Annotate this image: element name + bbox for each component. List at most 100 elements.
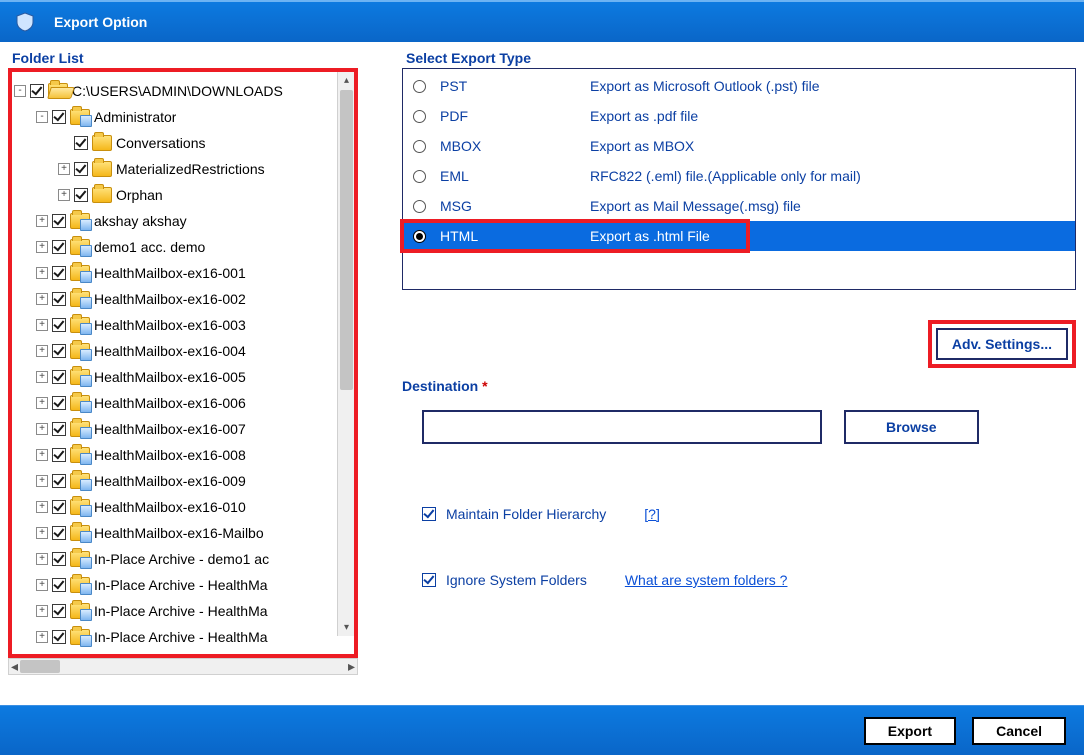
expand-icon[interactable]: + [36, 449, 48, 461]
export-format-row[interactable]: PDFExport as .pdf file [403, 101, 1075, 131]
export-format-radio[interactable] [413, 200, 426, 213]
export-format-row[interactable]: HTMLExport as .html File [403, 221, 1075, 251]
tree-node[interactable]: +HealthMailbox-ex16-006 [14, 390, 352, 416]
tree-node[interactable]: +MaterializedRestrictions [14, 156, 352, 182]
export-format-row[interactable]: MBOXExport as MBOX [403, 131, 1075, 161]
tree-node[interactable]: -C:\USERS\ADMIN\DOWNLOADS [14, 78, 352, 104]
export-button[interactable]: Export [864, 717, 956, 745]
tree-node[interactable]: +In-Place Archive - HealthMa [14, 598, 352, 624]
folder-checkbox[interactable] [52, 604, 66, 618]
tree-node[interactable]: +HealthMailbox-ex16-005 [14, 364, 352, 390]
export-format-row[interactable]: EMLRFC822 (.eml) file.(Applicable only f… [403, 161, 1075, 191]
expand-icon[interactable]: + [36, 267, 48, 279]
tree-node[interactable]: Conversations [14, 130, 352, 156]
folder-checkbox[interactable] [74, 136, 88, 150]
expand-icon[interactable]: + [36, 631, 48, 643]
folder-checkbox[interactable] [52, 422, 66, 436]
folder-label: demo1 acc. demo [94, 239, 205, 255]
export-format-radio[interactable] [413, 80, 426, 93]
tree-node[interactable]: +HealthMailbox-ex16-002 [14, 286, 352, 312]
expand-icon[interactable]: + [36, 605, 48, 617]
tree-node[interactable]: +HealthMailbox-ex16-008 [14, 442, 352, 468]
maintain-hierarchy-help-link[interactable]: [?] [644, 506, 660, 522]
scroll-thumb[interactable] [340, 90, 353, 390]
export-format-radio[interactable] [413, 140, 426, 153]
folder-checkbox[interactable] [52, 370, 66, 384]
window-title: Export Option [54, 14, 147, 30]
folder-checkbox[interactable] [52, 214, 66, 228]
advanced-settings-button[interactable]: Adv. Settings... [936, 328, 1068, 360]
collapse-icon[interactable]: - [36, 111, 48, 123]
system-folders-help-link[interactable]: What are system folders ? [625, 572, 788, 588]
tree-node[interactable]: +HealthMailbox-ex16-Mailbo [14, 520, 352, 546]
expand-icon[interactable]: + [36, 553, 48, 565]
scroll-left-icon[interactable]: ◂ [11, 658, 18, 675]
scroll-right-icon[interactable]: ▸ [348, 658, 355, 675]
expand-icon[interactable]: + [36, 215, 48, 227]
folder-checkbox[interactable] [52, 474, 66, 488]
expand-icon[interactable]: + [36, 579, 48, 591]
folder-checkbox[interactable] [52, 292, 66, 306]
tree-node[interactable]: +In-Place Archive - HealthMa [14, 624, 352, 650]
folder-checkbox[interactable] [52, 630, 66, 644]
tree-node[interactable]: +HealthMailbox-ex16-001 [14, 260, 352, 286]
tree-node[interactable]: +akshay akshay [14, 208, 352, 234]
folder-tree[interactable]: -C:\USERS\ADMIN\DOWNLOADS-AdministratorC… [8, 68, 358, 658]
tree-node[interactable]: +In-Place Archive - demo1 ac [14, 546, 352, 572]
export-format-radio[interactable] [413, 230, 426, 243]
expand-icon[interactable]: + [36, 241, 48, 253]
tree-node[interactable]: +Orphan [14, 182, 352, 208]
destination-input[interactable] [422, 410, 822, 444]
expand-icon[interactable]: + [58, 163, 70, 175]
maintain-hierarchy-checkbox[interactable] [422, 507, 436, 521]
tree-node[interactable]: +HealthMailbox-ex16-010 [14, 494, 352, 520]
folder-checkbox[interactable] [52, 396, 66, 410]
expand-icon[interactable]: + [36, 527, 48, 539]
browse-button[interactable]: Browse [844, 410, 979, 444]
folder-checkbox[interactable] [74, 162, 88, 176]
folder-icon [70, 291, 90, 307]
scroll-down-icon[interactable]: ▾ [338, 619, 355, 636]
cancel-button[interactable]: Cancel [972, 717, 1066, 745]
folder-checkbox[interactable] [52, 240, 66, 254]
expand-icon[interactable]: + [36, 345, 48, 357]
folder-checkbox[interactable] [52, 552, 66, 566]
tree-node[interactable]: -Administrator [14, 104, 352, 130]
tree-node[interactable]: +HealthMailbox-ex16-009 [14, 468, 352, 494]
folder-checkbox[interactable] [52, 578, 66, 592]
tree-node[interactable]: +In-Place Archive - HealthMa [14, 572, 352, 598]
folder-checkbox[interactable] [52, 526, 66, 540]
expand-icon[interactable]: + [36, 397, 48, 409]
folder-checkbox[interactable] [52, 448, 66, 462]
expand-icon[interactable]: + [36, 423, 48, 435]
folder-checkbox[interactable] [52, 500, 66, 514]
tree-node[interactable]: +HealthMailbox-ex16-004 [14, 338, 352, 364]
expand-icon[interactable]: + [58, 189, 70, 201]
export-format-row[interactable]: PSTExport as Microsoft Outlook (.pst) fi… [403, 71, 1075, 101]
export-format-radio[interactable] [413, 170, 426, 183]
folder-icon [70, 369, 90, 385]
folder-checkbox[interactable] [52, 318, 66, 332]
folder-checkbox[interactable] [52, 344, 66, 358]
folder-checkbox[interactable] [74, 188, 88, 202]
tree-node[interactable]: +HealthMailbox-ex16-003 [14, 312, 352, 338]
expand-icon[interactable]: + [36, 475, 48, 487]
tree-node[interactable]: + demo1 acc. demo [14, 234, 352, 260]
collapse-icon[interactable]: - [14, 85, 26, 97]
folder-checkbox[interactable] [30, 84, 44, 98]
expand-icon[interactable]: + [36, 501, 48, 513]
expand-icon[interactable]: + [36, 371, 48, 383]
expand-icon[interactable]: + [36, 293, 48, 305]
tree-node[interactable]: +HealthMailbox-ex16-007 [14, 416, 352, 442]
export-format-row[interactable]: MSGExport as Mail Message(.msg) file [403, 191, 1075, 221]
vertical-scrollbar[interactable]: ▴ ▾ [337, 72, 354, 636]
hscroll-thumb[interactable] [20, 660, 60, 673]
export-format-radio[interactable] [413, 110, 426, 123]
folder-checkbox[interactable] [52, 266, 66, 280]
expand-icon[interactable]: + [36, 319, 48, 331]
folder-checkbox[interactable] [52, 110, 66, 124]
ignore-system-checkbox[interactable] [422, 573, 436, 587]
horizontal-scrollbar[interactable]: ◂ ▸ [8, 658, 358, 675]
ignore-system-label: Ignore System Folders [446, 572, 587, 588]
scroll-up-icon[interactable]: ▴ [338, 72, 355, 89]
